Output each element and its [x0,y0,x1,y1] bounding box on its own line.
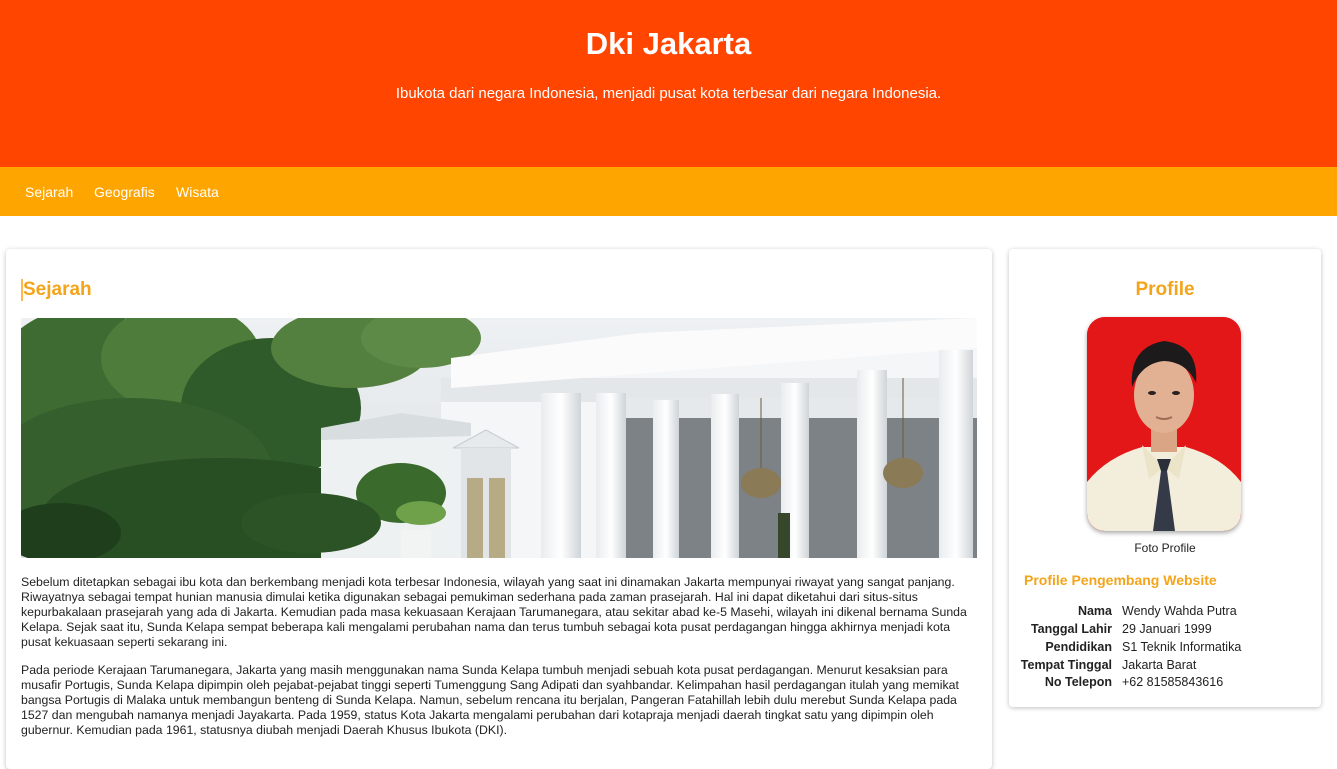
info-row-no-telepon: No Telepon +62 81585843616 [1026,675,1306,693]
info-row-tempat-tinggal: Tempat Tinggal Jakarta Barat [1021,658,1306,676]
profile-photo [1087,317,1241,531]
nav-link-geografis[interactable]: Geografis [94,184,155,200]
photo-caption: Foto Profile [1134,541,1196,555]
info-label: Nama [1077,604,1112,618]
istana-merdeka-image [21,318,977,558]
nav-bar: Sejarah Geografis Wisata [0,167,1337,216]
site-header: Dki Jakarta Ibukota dari negara Indonesi… [0,0,1337,167]
info-label: Tempat Tinggal [1020,658,1112,672]
info-label: Pendidikan [1045,640,1112,654]
site-title: Dki Jakarta [585,26,752,61]
main-content-card: Sejarah Sebelum ditetapkan sebagai ibu k… [6,249,992,769]
info-row-nama: Nama Wendy Wahda Putra [1026,604,1306,622]
paragraph-2: Pada periode Kerajaan Tarumanegara, Jaka… [21,663,959,738]
nav-link-wisata[interactable]: Wisata [176,184,219,200]
info-value: 29 Januari 1999 [1122,622,1212,636]
profile-card: Profile Foto Profile Profile Pengembang … [1009,249,1321,707]
info-row-pendidikan: Pendidikan S1 Teknik Informatika [1026,640,1306,658]
info-value: +62 81585843616 [1122,675,1224,689]
info-value: Wendy Wahda Putra [1122,604,1237,618]
section-title-sejarah: Sejarah [21,279,92,301]
info-label: No Telepon [1044,675,1112,689]
site-subtitle: Ibukota dari negara Indonesia, menjadi p… [395,85,942,102]
info-value: Jakarta Barat [1122,658,1197,672]
info-row-tanggal-lahir: Tanggal Lahir 29 Januari 1999 [1026,622,1306,640]
developer-profile-title: Profile Pengembang Website [1024,572,1217,588]
info-value: S1 Teknik Informatika [1122,640,1242,654]
info-label: Tanggal Lahir [1030,622,1112,636]
paragraph-1: Sebelum ditetapkan sebagai ibu kota dan … [21,575,967,650]
profile-title: Profile [1135,279,1195,300]
nav-link-sejarah[interactable]: Sejarah [25,184,73,200]
